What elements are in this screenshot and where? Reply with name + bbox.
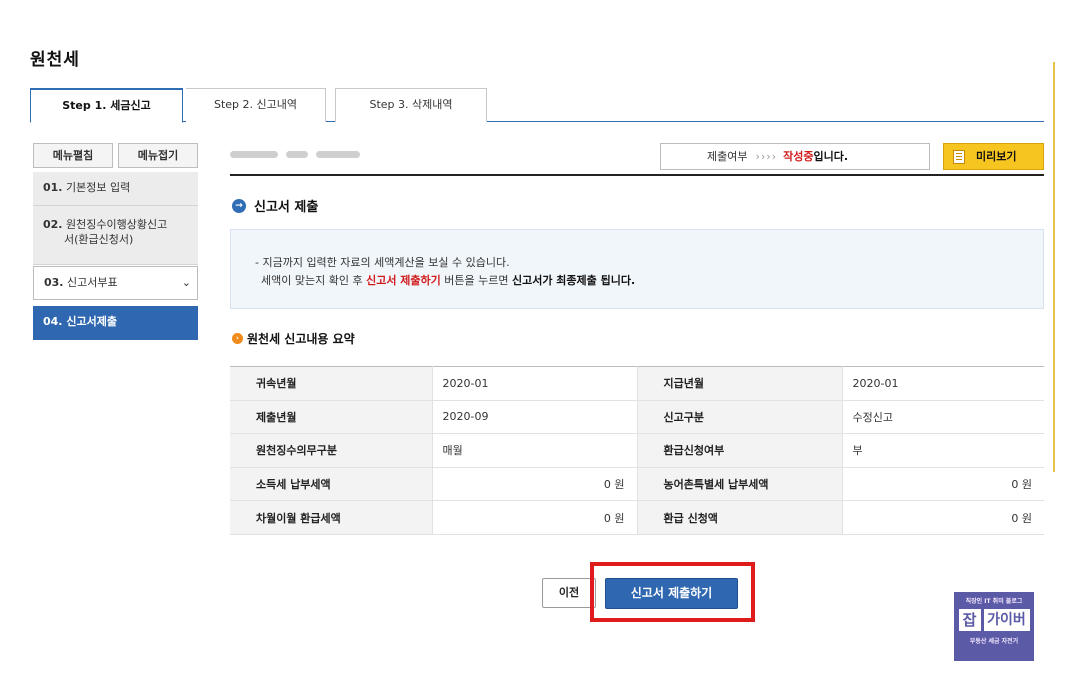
instruction-line-2: 세액이 맞는지 확인 후 신고서 제출하기 버튼을 누르면 신고서가 최종제출 … [261, 272, 635, 288]
sidebar-item-number: 04. [43, 315, 63, 328]
table-cell: 2020-01 [432, 366, 638, 401]
table-header-cell: 지급년월 [637, 366, 843, 401]
page-title: 원천세 [30, 50, 80, 70]
menu-expand-button[interactable]: 메뉴펼침 [33, 143, 113, 168]
watermark-brand-b: 가이버 [983, 609, 1030, 631]
table-cell: 0 원 [842, 500, 1044, 535]
tab-step3-delete-history[interactable]: Step 3. 삭제내역 [335, 88, 487, 122]
sidebar-item-number: 02. [43, 218, 63, 231]
table-header-cell: 소득세 납부세액 [230, 467, 433, 502]
table-header-cell: 원천징수의무구분 [230, 433, 433, 468]
table-header-cell: 귀속년월 [230, 366, 433, 401]
arrow-circle-icon: → [232, 199, 246, 213]
status-value: 작성중 [783, 150, 814, 163]
previous-button[interactable]: 이전 [542, 578, 596, 608]
watermark-bottom-text: 부동산 세금 자전거 [969, 638, 1019, 645]
sidebar-item-label-line2: 서(환급신청서) [64, 233, 134, 246]
table-header-cell: 제출년월 [230, 400, 433, 435]
header-divider [230, 174, 1044, 176]
table-cell: 2020-09 [432, 400, 638, 435]
sidebar-item-number: 01. [43, 181, 63, 194]
tab-step1-tax-report[interactable]: Step 1. 세금신고 [30, 88, 183, 123]
table-row: 원천징수의무구분 매월 환급신청여부 부 [230, 433, 1044, 468]
table-cell: 수정신고 [842, 400, 1044, 435]
table-row: 차월이월 환급세액 0 원 환급 신청액 0 원 [230, 500, 1044, 535]
document-icon [953, 150, 965, 164]
sidebar-item-report-submit[interactable]: 04. 신고서제출 [33, 306, 198, 340]
sidebar-item-label: 기본정보 입력 [66, 181, 131, 194]
table-cell: 0 원 [432, 467, 638, 502]
table-cell: 0 원 [842, 467, 1044, 502]
summary-table: 귀속년월 2020-01 지급년월 2020-01 제출년월 2020-09 신… [230, 366, 1044, 535]
instruction-box: - 지금까지 입력한 자료의 세액계산을 보실 수 있습니다. 세액이 맞는지 … [230, 229, 1044, 309]
step-tabs: Step 1. 세금신고 Step 2. 신고내역 Step 3. 삭제내역 [30, 88, 1044, 123]
sidebar-item-report-appendix[interactable]: 03. 신고서부표 ⌄ [33, 266, 198, 300]
sidebar-item-label: 원천징수이행상황신고 [66, 218, 168, 231]
table-cell: 매월 [432, 433, 638, 468]
table-header-cell: 환급 신청액 [637, 500, 843, 535]
table-row: 소득세 납부세액 0 원 농어촌특별세 납부세액 0 원 [230, 467, 1044, 502]
summary-title: 원천세 신고내용 요약 [247, 332, 355, 346]
submit-report-button[interactable]: 신고서 제출하기 [605, 578, 738, 609]
instruction-bold: 신고서가 최종제출 됩니다. [511, 274, 636, 287]
table-header-cell: 신고구분 [637, 400, 843, 435]
watermark-brand-a: 잡 [958, 609, 981, 631]
arrows-icon: ›››› [755, 150, 778, 163]
table-header-cell: 농어촌특별세 납부세액 [637, 467, 843, 502]
table-header-cell: 환급신청여부 [637, 433, 843, 468]
instruction-text: 세액이 맞는지 확인 후 [261, 274, 367, 287]
sidebar-item-withholding-report[interactable]: 02. 원천징수이행상황신고 서(환급신청서) [33, 206, 198, 265]
instruction-line-1: - 지금까지 입력한 자료의 세액계산을 보실 수 있습니다. [255, 256, 510, 269]
instruction-text: 버튼을 누르면 [440, 274, 512, 287]
tab-step2-report-history[interactable]: Step 2. 신고내역 [186, 88, 326, 122]
menu-collapse-button[interactable]: 메뉴접기 [118, 143, 198, 168]
sidebar-item-label: 신고서제출 [66, 315, 117, 328]
table-cell: 부 [842, 433, 1044, 468]
section-title: 신고서 제출 [254, 200, 319, 215]
submission-status-box: 제출여부 ›››› 작성중입니다. [660, 143, 930, 170]
chevron-down-icon[interactable]: ⌄ [182, 267, 191, 299]
table-row: 제출년월 2020-09 신고구분 수정신고 [230, 400, 1044, 435]
right-accent-rule [1053, 62, 1055, 472]
table-cell: 2020-01 [842, 366, 1044, 401]
watermark-top-text: 직장인 IT 취미 블로그 [965, 598, 1023, 605]
status-suffix: 입니다. [813, 150, 849, 163]
watermark-logo: 직장인 IT 취미 블로그 잡 가이버 부동산 세금 자전거 [954, 592, 1034, 661]
bullet-circle-icon: › [232, 333, 243, 344]
sidebar-item-label: 신고서부표 [67, 276, 118, 289]
table-row: 귀속년월 2020-01 지급년월 2020-01 [230, 366, 1044, 401]
instruction-highlight: 신고서 제출하기 [366, 274, 441, 287]
status-label: 제출여부 [707, 150, 748, 163]
table-cell: 0 원 [432, 500, 638, 535]
table-header-cell: 차월이월 환급세액 [230, 500, 433, 535]
blurred-company-info [230, 147, 390, 161]
sidebar-item-number: 03. [44, 276, 64, 289]
preview-button[interactable]: 미리보기 [943, 143, 1044, 170]
preview-label: 미리보기 [976, 150, 1017, 163]
sidebar-item-basic-info[interactable]: 01. 기본정보 입력 [33, 172, 198, 206]
